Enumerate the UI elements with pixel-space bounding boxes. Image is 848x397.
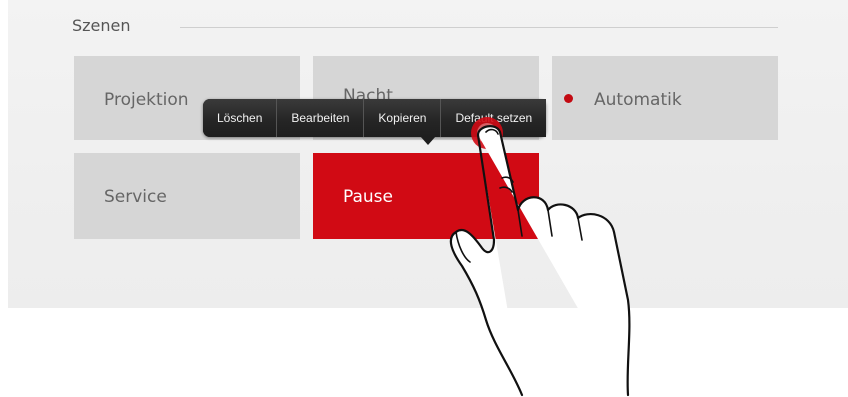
scene-tile-label: Projektion (104, 90, 189, 110)
menu-item-default-setzen[interactable]: Default setzen (440, 99, 547, 137)
section-title-szenen: Szenen (72, 16, 131, 35)
context-menu-caret (420, 136, 436, 145)
menu-item-bearbeiten[interactable]: Bearbeiten (276, 99, 364, 137)
scene-tile-label: Pause (343, 187, 393, 207)
scene-tile-service[interactable]: Service (74, 153, 300, 239)
context-menu: Löschen Bearbeiten Kopieren Default setz… (203, 99, 547, 145)
scene-tile-automatik[interactable]: Automatik (552, 56, 778, 140)
red-dot-icon (564, 94, 573, 103)
scene-tile-label: Service (104, 187, 167, 207)
menu-item-kopieren[interactable]: Kopieren (363, 99, 441, 137)
menu-item-loeschen[interactable]: Löschen (203, 99, 277, 137)
scene-tile-pause[interactable]: Pause (313, 153, 539, 239)
scene-tile-label: Automatik (594, 90, 682, 110)
section-divider (180, 27, 778, 28)
